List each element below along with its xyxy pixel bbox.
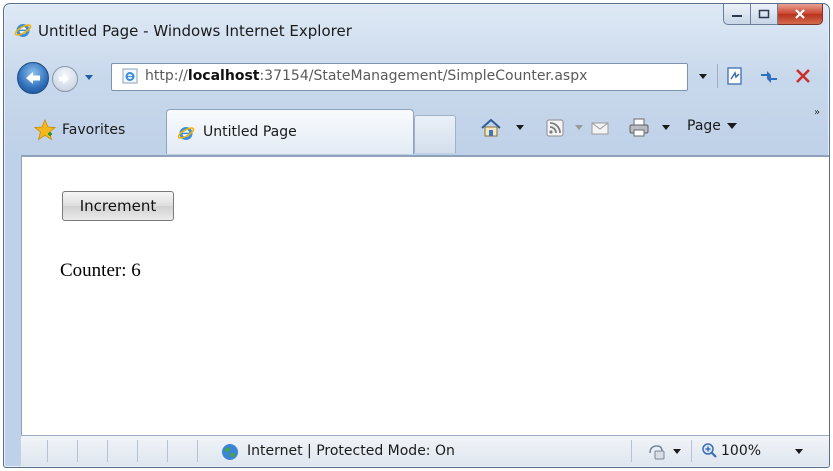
- forward-arrow-icon: [59, 74, 69, 84]
- read-mail-icon[interactable]: [590, 119, 610, 137]
- status-divider: [77, 440, 78, 462]
- status-divider: [167, 440, 168, 462]
- feeds-icon[interactable]: [546, 119, 564, 137]
- page-content: Increment Counter: 6: [21, 155, 829, 435]
- stop-icon[interactable]: [792, 65, 814, 87]
- back-arrow-icon: [26, 72, 40, 84]
- internet-zone-globe-icon: [222, 444, 238, 460]
- back-button[interactable]: [17, 62, 49, 94]
- toolbar-overflow-chevron[interactable]: »: [814, 107, 820, 118]
- print-dropdown-icon[interactable]: [662, 125, 670, 131]
- compatibility-view-icon[interactable]: [724, 65, 746, 87]
- close-button[interactable]: [778, 4, 823, 25]
- home-dropdown-icon[interactable]: [516, 125, 524, 131]
- page-menu-label: Page: [687, 118, 721, 134]
- status-bar: Internet | Protected Mode: On 100%: [21, 435, 829, 466]
- address-separator: [717, 64, 718, 88]
- zoom-magnifier-icon[interactable]: [701, 442, 719, 460]
- maximize-icon: [758, 9, 770, 19]
- address-bar[interactable]: http://localhost:37154/StateManagement/S…: [111, 63, 688, 91]
- home-icon[interactable]: [480, 117, 502, 139]
- forward-button[interactable]: [52, 66, 78, 92]
- close-icon: [795, 9, 805, 19]
- url-prefix: http://: [145, 68, 188, 84]
- minimize-icon: [732, 15, 742, 17]
- counter-label: Counter: 6: [60, 260, 141, 281]
- minimize-button[interactable]: [723, 4, 751, 25]
- page-menu-button[interactable]: Page: [687, 118, 738, 134]
- status-divider: [631, 440, 632, 462]
- chevron-down-icon: [699, 74, 707, 79]
- url-host: localhost: [187, 68, 260, 84]
- status-divider: [47, 440, 48, 462]
- protected-mode-dropdown-icon[interactable]: [673, 449, 681, 455]
- status-divider: [137, 440, 138, 462]
- refresh-icon[interactable]: [757, 65, 781, 87]
- url-path: :37154/StateManagement/SimpleCounter.asp…: [259, 68, 588, 84]
- ie-logo-icon: [177, 124, 195, 142]
- print-icon[interactable]: [628, 118, 650, 138]
- ie-logo-icon: [14, 21, 32, 39]
- protected-mode-icon[interactable]: [647, 443, 667, 461]
- favorites-label: Favorites: [62, 122, 126, 138]
- new-tab-button[interactable]: [414, 115, 456, 153]
- status-divider: [107, 440, 108, 462]
- address-dropdown-button[interactable]: [692, 66, 714, 88]
- tab-label: Untitled Page: [203, 124, 297, 140]
- chevron-down-icon: [726, 123, 737, 129]
- security-zone-text[interactable]: Internet | Protected Mode: On: [247, 443, 455, 459]
- favorites-star-icon: [34, 119, 56, 141]
- address-url[interactable]: http://localhost:37154/StateManagement/S…: [145, 68, 587, 84]
- feeds-dropdown-icon[interactable]: [575, 125, 583, 131]
- favorites-button[interactable]: Favorites: [34, 118, 125, 142]
- tab-untitled-page[interactable]: Untitled Page: [166, 109, 414, 154]
- status-divider: [691, 440, 692, 462]
- increment-button[interactable]: Increment: [62, 191, 174, 221]
- title-bar[interactable]: Untitled Page - Windows Internet Explore…: [4, 4, 829, 50]
- status-divider: [197, 440, 198, 462]
- zoom-dropdown-icon[interactable]: [795, 449, 803, 455]
- zoom-level[interactable]: 100%: [721, 443, 761, 459]
- browser-window: Untitled Page - Windows Internet Explore…: [3, 3, 830, 468]
- page-ie-icon: [122, 68, 138, 84]
- recent-pages-dropdown-icon[interactable]: [84, 72, 94, 82]
- maximize-button[interactable]: [751, 4, 778, 25]
- caption-buttons: [723, 4, 823, 25]
- window-title: Untitled Page - Windows Internet Explore…: [38, 22, 352, 40]
